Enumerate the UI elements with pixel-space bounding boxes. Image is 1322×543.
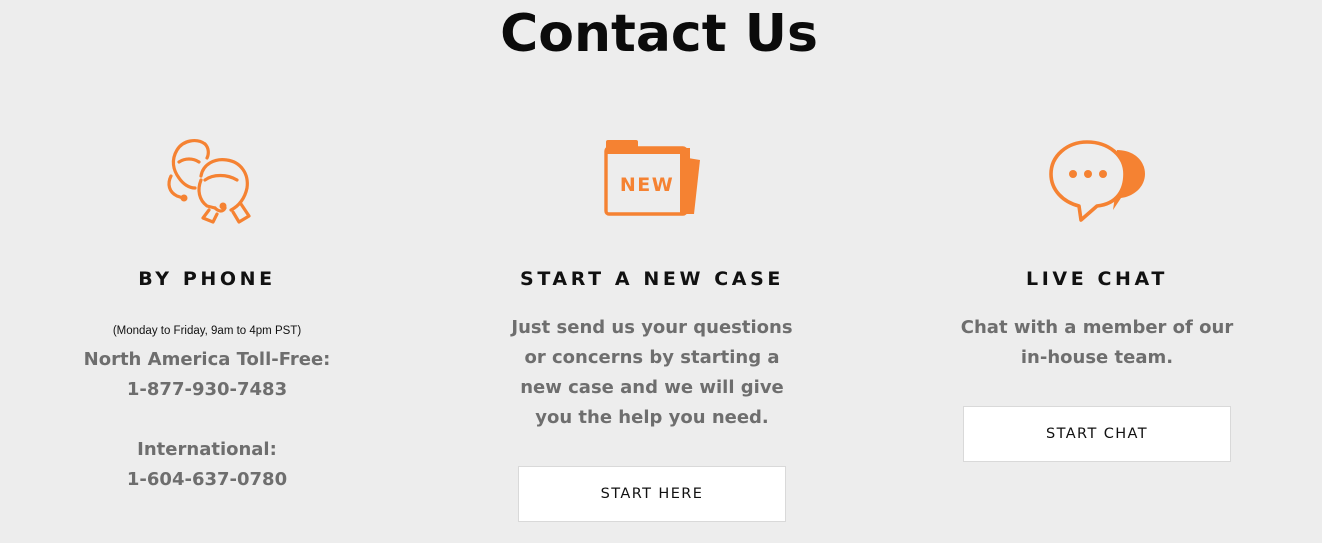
- by-phone-heading: BY PHONE: [138, 268, 276, 290]
- chat-bubbles-icon: [1047, 136, 1147, 226]
- new-case-description: Just send us your questions or concerns …: [502, 313, 802, 433]
- description-line: new case and we will give: [520, 377, 784, 398]
- north-america-number[interactable]: 1-877-930-7483: [17, 375, 397, 405]
- page-title: Contact Us: [500, 4, 818, 64]
- live-chat-description: Chat with a member of our in-house team.: [947, 313, 1247, 373]
- live-chat-heading: LIVE CHAT: [1026, 268, 1168, 290]
- international-number[interactable]: 1-604-637-0780: [17, 465, 397, 495]
- international-label: International:: [137, 439, 277, 460]
- description-line: or concerns by starting a: [524, 347, 780, 368]
- description-line: you the help you need.: [535, 407, 769, 428]
- start-here-button[interactable]: START HERE: [518, 466, 786, 522]
- north-america-label: North America Toll-Free:: [83, 349, 331, 370]
- new-folder-icon: NEW: [602, 136, 702, 226]
- description-line: Just send us your questions: [511, 317, 793, 338]
- phone-hours: (Monday to Friday, 9am to 4pm PST): [112, 325, 302, 337]
- start-chat-button[interactable]: START CHAT: [963, 406, 1231, 462]
- description-line: Chat with a member of our: [960, 317, 1234, 338]
- headset-support-agents-icon: [157, 136, 257, 226]
- folder-new-label: NEW: [620, 174, 674, 196]
- new-case-heading: START A NEW CASE: [520, 268, 784, 290]
- description-line: in-house team.: [1020, 347, 1174, 368]
- phone-details: North America Toll-Free: 1-877-930-7483 …: [17, 345, 397, 495]
